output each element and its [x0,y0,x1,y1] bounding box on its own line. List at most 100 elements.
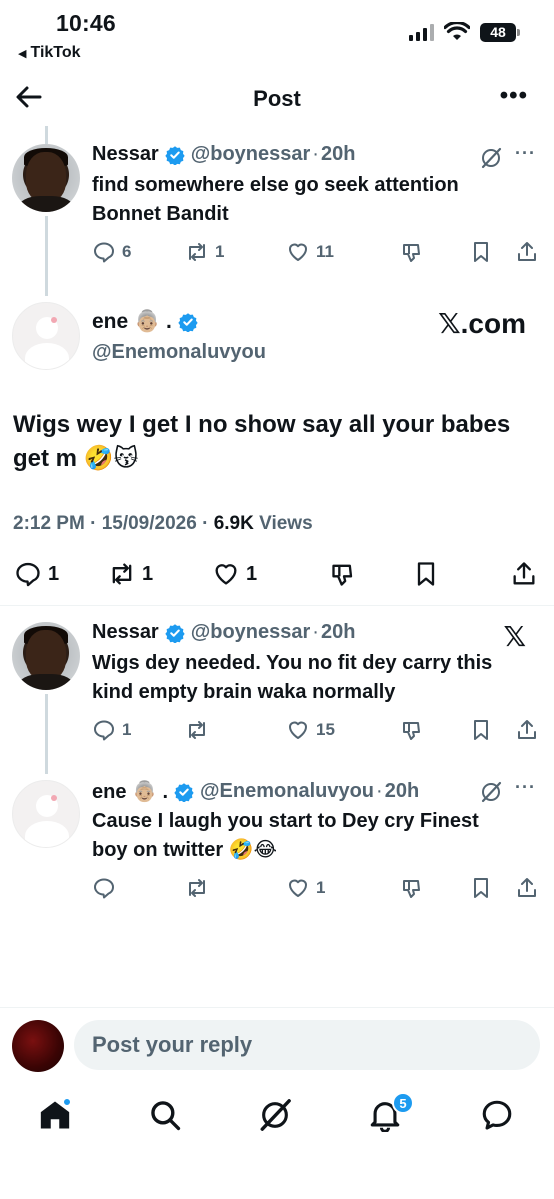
grok-icon[interactable] [479,780,503,804]
display-name[interactable]: ene 👵🏼 . [92,779,168,804]
back-app-label: TikTok [30,44,81,61]
heart-icon [289,243,307,261]
bookmark-icon [474,878,488,898]
my-avatar[interactable] [12,1020,64,1072]
tweet-header: Nessar @boynessar · 20h [92,143,356,166]
reply-button[interactable]: 6 [92,240,131,264]
nav-grok[interactable] [258,1098,298,1138]
repost-icon [189,879,205,897]
avatar[interactable] [12,780,80,848]
timestamp[interactable]: 20h [385,780,419,803]
share-icon [518,242,536,261]
display-name[interactable]: Nessar [92,143,159,166]
reply-icon [94,242,114,263]
reply-composer: Post your reply [0,1007,554,1085]
repost-button[interactable] [185,876,215,900]
tweet-text: Wigs dey needed. You no fit dey carry th… [92,652,493,703]
display-name[interactable]: Nessar [92,621,159,644]
handle[interactable]: @Enemonaluvyou [200,780,374,803]
thread-line [45,216,48,296]
reply-input[interactable]: Post your reply [74,1020,540,1070]
reply-icon [94,878,114,899]
grok-icon [260,1099,291,1131]
share-icon [513,562,535,585]
like-button[interactable]: 11 [286,240,334,264]
display-name[interactable]: ene 👵🏼 . [92,310,172,334]
grok-icon[interactable] [479,146,503,170]
bookmark-button[interactable] [469,876,493,900]
reply-count: 6 [122,242,132,261]
share-button[interactable] [510,560,538,588]
bookmark-icon [417,562,435,586]
reply-count: 1 [122,720,132,739]
avatar[interactable] [12,622,80,690]
main-tweet-actions: 1 1 1 [0,560,554,594]
reply-button[interactable] [92,876,122,900]
repost-button[interactable] [185,718,215,742]
share-button[interactable] [515,876,539,900]
bookmark-icon [474,242,488,262]
handle[interactable]: @boynessar [191,143,311,166]
bookmark-button[interactable] [412,560,440,588]
nav-notifications[interactable]: 5 [368,1092,414,1138]
share-button[interactable] [515,240,539,264]
thread-line [45,694,48,774]
tweet-header: ene 👵🏼 . @Enemonaluvyou · 20h [92,779,420,804]
views-count: 6.9K [213,513,254,534]
repost-icon [112,563,132,585]
message-icon [482,1100,512,1130]
page-title: Post [253,86,301,111]
back-triangle-icon: ◀ [18,47,27,60]
tweet-meta: 2:12 PM · 15/09/2026 · 6.9K Views [13,513,313,534]
downvote-button[interactable] [401,240,425,264]
timestamp[interactable]: 20h [321,143,355,166]
downvote-button[interactable] [401,876,425,900]
verified-badge-icon [165,145,185,165]
bookmark-button[interactable] [469,240,493,264]
nav-home[interactable] [38,1098,78,1138]
like-button[interactable]: 1 [286,876,325,900]
thumbs-down-icon [403,880,420,898]
repost-icon [189,243,205,261]
timestamp[interactable]: 20h [321,621,355,644]
battery-icon: 48 [480,22,520,42]
views-label: Views [259,513,313,534]
repost-button[interactable]: 1 [108,560,153,588]
thread-line [45,126,48,144]
heart-icon [289,879,307,897]
notifications-badge: 5 [392,1092,414,1114]
avatar[interactable] [12,302,80,370]
more-icon[interactable]: ··· [515,777,536,798]
thumbs-down-icon [403,722,420,740]
heart-icon [215,564,237,585]
repost-count: 1 [142,562,154,585]
handle[interactable]: @Enemonaluvyou [92,341,266,364]
downvote-button[interactable] [330,560,358,588]
main-display-name-row: ene 👵🏼 . [92,310,198,334]
avatar[interactable] [12,144,80,212]
like-button[interactable]: 1 [212,560,257,588]
status-icons: 48 [409,22,520,42]
downvote-button[interactable] [401,718,425,742]
more-options-icon[interactable]: ••• [500,82,528,110]
back-to-app[interactable]: ◀ TikTok [18,44,81,62]
repost-button[interactable]: 1 [185,240,224,264]
handle[interactable]: @boynessar [191,621,311,644]
more-icon[interactable]: ··· [515,143,536,164]
reply-button[interactable]: 1 [92,718,131,742]
bookmark-button[interactable] [469,718,493,742]
post-time: 2:12 PM [13,513,85,534]
share-button[interactable] [515,718,539,742]
tweet-text: Cause I laugh you start to Dey cry Fines… [92,810,479,861]
thumbs-down-icon [332,564,353,586]
repost-icon [189,721,205,739]
like-count: 1 [316,878,326,897]
divider [0,605,554,606]
main-tweet-text: Wigs wey I get I no show say all your ba… [13,411,511,472]
nav-messages[interactable] [480,1098,520,1138]
like-count: 15 [316,720,335,739]
like-button[interactable]: 15 [286,718,335,742]
reply-button[interactable]: 1 [14,560,59,588]
nav-search[interactable] [148,1098,188,1138]
search-icon [151,1101,181,1131]
